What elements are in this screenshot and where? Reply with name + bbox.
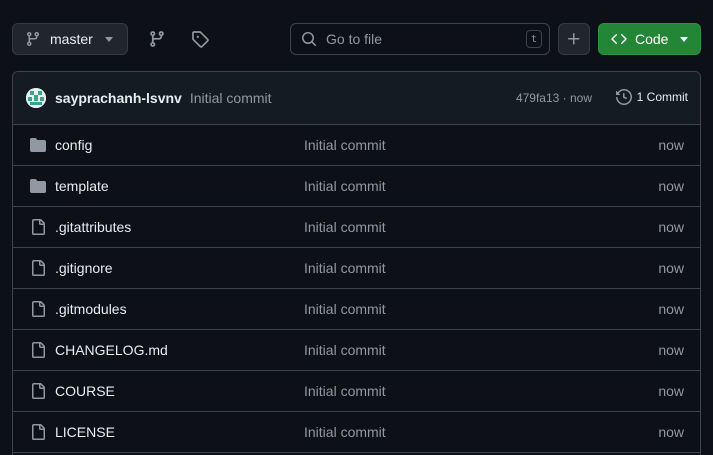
table-row[interactable]: CHANGELOG.md Initial commit now — [13, 330, 700, 371]
branch-selector-button[interactable]: master — [12, 23, 128, 55]
file-name[interactable]: template — [55, 178, 109, 194]
file-icon — [32, 219, 45, 235]
search-icon — [302, 32, 317, 47]
file-commit-time: now — [658, 260, 684, 276]
commit-author[interactable]: sayprachanh-lsvnv — [55, 90, 182, 106]
file-commit-message[interactable]: Initial commit — [304, 383, 386, 399]
file-name[interactable]: LICENSE — [55, 424, 115, 440]
file-commit-message[interactable]: Initial commit — [304, 137, 386, 153]
file-icon — [32, 342, 45, 358]
file-commit-time: now — [658, 219, 684, 235]
branch-name: master — [50, 31, 93, 47]
file-icon — [32, 424, 45, 440]
file-commit-message[interactable]: Initial commit — [304, 342, 386, 358]
table-row[interactable]: .gitmodules Initial commit now — [13, 289, 700, 330]
commit-hash-time[interactable]: 479fa13 · now — [516, 91, 592, 105]
file-icon — [32, 301, 45, 317]
table-row[interactable]: .gitignore Initial commit now — [13, 248, 700, 289]
file-commit-time: now — [658, 383, 684, 399]
file-commit-message[interactable]: Initial commit — [304, 219, 386, 235]
file-commit-time: now — [658, 424, 684, 440]
file-commit-message[interactable]: Initial commit — [304, 301, 386, 317]
file-name[interactable]: .gitmodules — [55, 301, 127, 317]
table-row[interactable]: LICENSE Initial commit now — [13, 412, 700, 453]
identicon-icon — [26, 88, 46, 108]
table-row[interactable]: .gitattributes Initial commit now — [13, 207, 700, 248]
repo-toolbar: master Go to file t Code — [0, 0, 713, 70]
file-name[interactable]: config — [55, 137, 92, 153]
caret-down-icon — [105, 37, 113, 42]
search-shortcut-key: t — [526, 30, 542, 48]
code-icon — [611, 33, 627, 45]
caret-down-icon — [680, 37, 688, 42]
git-branch-icon — [26, 32, 39, 47]
file-commit-message[interactable]: Initial commit — [304, 260, 386, 276]
folder-icon — [30, 138, 46, 152]
file-list: sayprachanh-lsvnv Initial commit 479fa13… — [12, 71, 701, 455]
file-commit-time: now — [658, 301, 684, 317]
go-to-file-search[interactable]: Go to file t — [290, 23, 550, 55]
latest-commit-header: sayprachanh-lsvnv Initial commit 479fa13… — [13, 72, 700, 125]
file-icon — [32, 260, 45, 276]
avatar[interactable] — [26, 88, 46, 108]
commit-count-label: 1 Commit — [636, 90, 688, 104]
file-icon — [32, 383, 45, 399]
table-row[interactable]: COURSE Initial commit now — [13, 371, 700, 412]
plus-icon — [568, 33, 580, 45]
file-name[interactable]: COURSE — [55, 383, 115, 399]
branches-icon[interactable] — [148, 30, 166, 48]
search-placeholder: Go to file — [326, 31, 383, 47]
code-button[interactable]: Code — [598, 23, 701, 55]
file-name[interactable]: CHANGELOG.md — [55, 342, 168, 358]
file-name[interactable]: .gitattributes — [55, 219, 131, 235]
file-commit-time: now — [658, 178, 684, 194]
history-icon — [615, 89, 632, 105]
file-commit-time: now — [658, 342, 684, 358]
file-commit-message[interactable]: Initial commit — [304, 424, 386, 440]
commit-history-link[interactable]: 1 Commit — [615, 89, 688, 105]
tag-icon[interactable] — [191, 30, 209, 48]
code-button-label: Code — [635, 31, 669, 47]
add-file-button[interactable] — [558, 23, 590, 55]
table-row[interactable]: config Initial commit now — [13, 125, 700, 166]
file-name[interactable]: .gitignore — [55, 260, 113, 276]
file-commit-message[interactable]: Initial commit — [304, 178, 386, 194]
file-commit-time: now — [658, 137, 684, 153]
table-row[interactable]: template Initial commit now — [13, 166, 700, 207]
commit-message[interactable]: Initial commit — [190, 90, 272, 106]
folder-icon — [30, 179, 46, 193]
